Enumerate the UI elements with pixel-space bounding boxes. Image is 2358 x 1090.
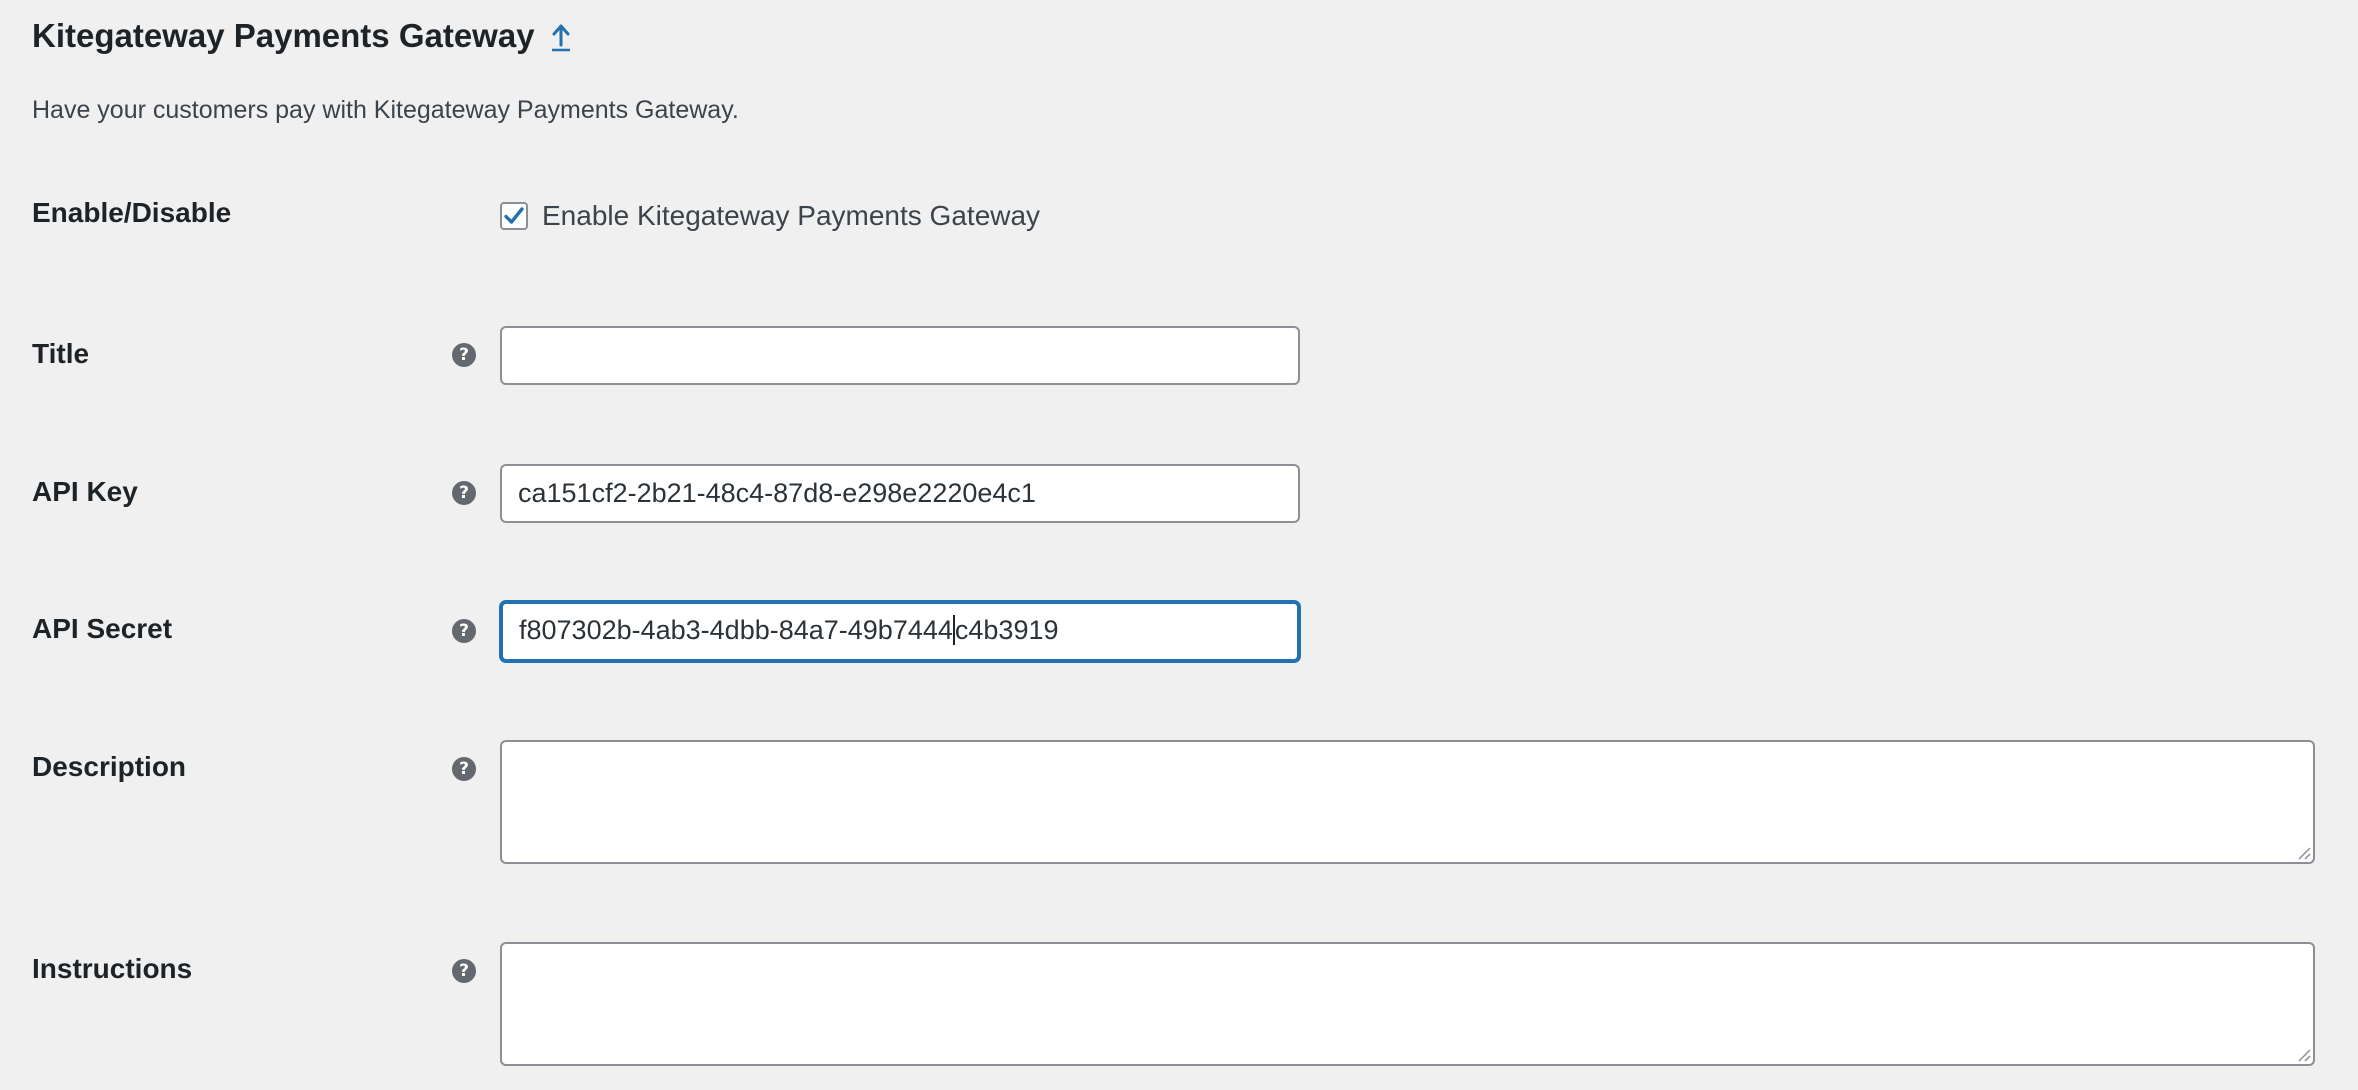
enable-gateway-checkbox[interactable] (500, 202, 528, 230)
help-tip-icon[interactable]: ? (452, 481, 476, 505)
instructions-label: Instructions (32, 953, 193, 984)
gateway-description-text: Have your customers pay with Kitegateway… (32, 96, 739, 124)
api-secret-value-after-caret: c4b3919 (954, 615, 1059, 645)
description-label: Description (32, 751, 187, 782)
help-tip-icon[interactable]: ? (452, 343, 476, 367)
page-title: Kitegateway Payments Gateway (32, 17, 535, 54)
description-textarea[interactable] (500, 740, 2315, 864)
enable-disable-label: Enable/Disable (32, 197, 232, 228)
enable-gateway-option[interactable]: Enable Kitegateway Payments Gateway (500, 197, 1040, 235)
api-secret-label: API Secret (32, 613, 173, 644)
api-key-label: API Key (32, 476, 138, 507)
title-input[interactable] (500, 326, 1300, 385)
instructions-textarea[interactable] (500, 942, 2315, 1066)
api-key-input-value: ca151cf2-2b21-48c4-87d8-e298e2220e4c1 (518, 478, 1036, 508)
checkmark-icon (504, 207, 524, 224)
help-tip-icon[interactable]: ? (452, 757, 476, 781)
api-secret-input[interactable]: f807302b-4ab3-4dbb-84a7-49b7444c4b3919 (500, 601, 1300, 662)
api-key-input[interactable]: ca151cf2-2b21-48c4-87d8-e298e2220e4c1 (500, 464, 1300, 523)
help-tip-icon[interactable]: ? (452, 959, 476, 983)
help-tip-icon[interactable]: ? (452, 619, 476, 643)
title-label: Title (32, 338, 90, 369)
resize-handle-icon[interactable] (2295, 1046, 2311, 1062)
enable-gateway-checkbox-label: Enable Kitegateway Payments Gateway (542, 200, 1041, 231)
section-heading: Kitegateway Payments Gateway (32, 14, 575, 58)
api-secret-value-before-caret: f807302b-4ab3-4dbb-84a7-49b7444 (519, 615, 953, 645)
upward-arrow-link-icon[interactable] (547, 20, 575, 56)
resize-handle-icon[interactable] (2295, 844, 2311, 860)
